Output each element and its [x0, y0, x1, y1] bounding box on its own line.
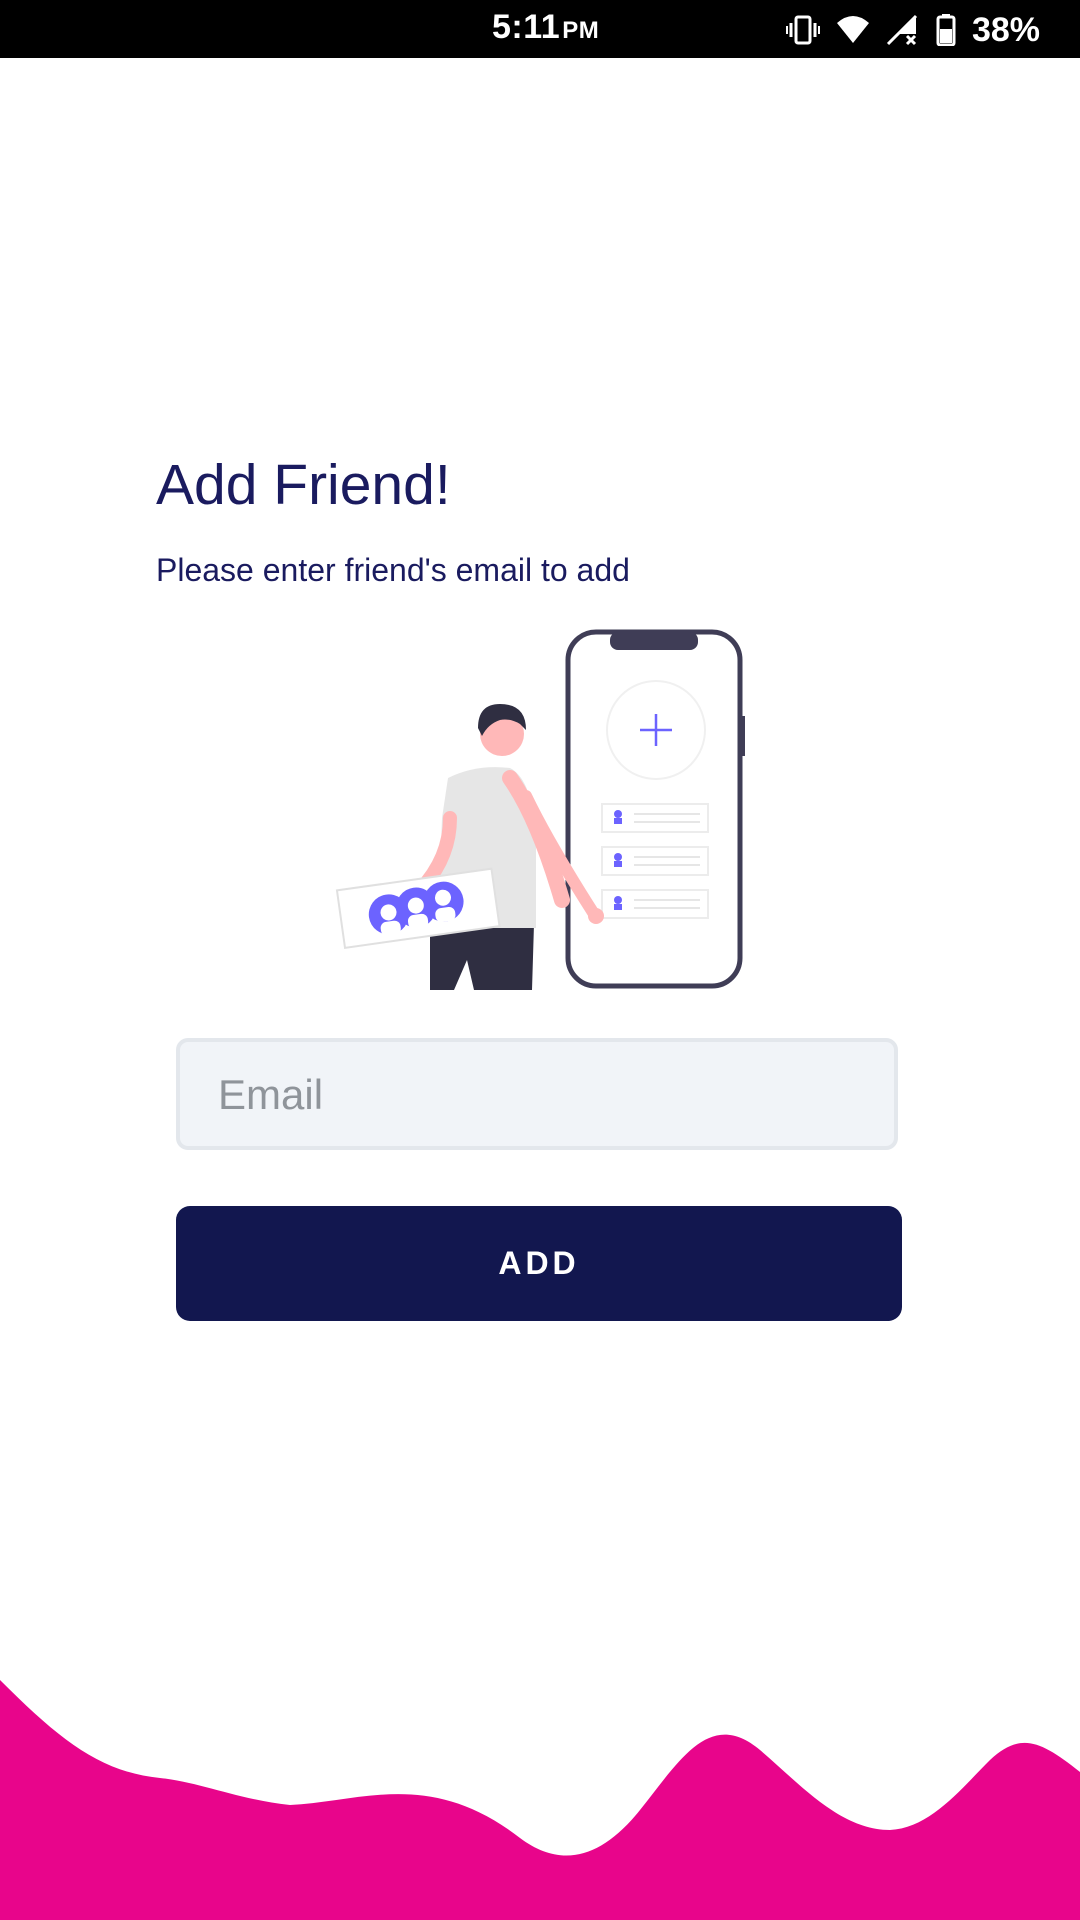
battery-percent: 38%: [971, 10, 1040, 49]
add-button[interactable]: ADD: [176, 1206, 902, 1321]
status-time-ampm: PM: [562, 17, 600, 44]
phone-list: [601, 803, 709, 919]
page-title: Add Friend!: [156, 453, 451, 517]
status-time: 5:11PM: [492, 8, 599, 47]
vibrate-icon: [785, 15, 820, 45]
email-field[interactable]: [176, 1038, 898, 1150]
email-input[interactable]: [216, 1042, 860, 1148]
page-subtitle: Please enter friend's email to add: [156, 552, 630, 588]
bottom-wave-decoration: [0, 1680, 1080, 1920]
add-friend-illustration: [335, 629, 745, 990]
status-bar: 5:11PM 38%: [0, 0, 1080, 58]
battery-icon: [936, 14, 956, 46]
status-time-value: 5:11: [492, 8, 561, 46]
wifi-icon: [836, 16, 869, 43]
status-icons: 38%: [785, 10, 1040, 50]
signal-icon: [886, 14, 917, 46]
